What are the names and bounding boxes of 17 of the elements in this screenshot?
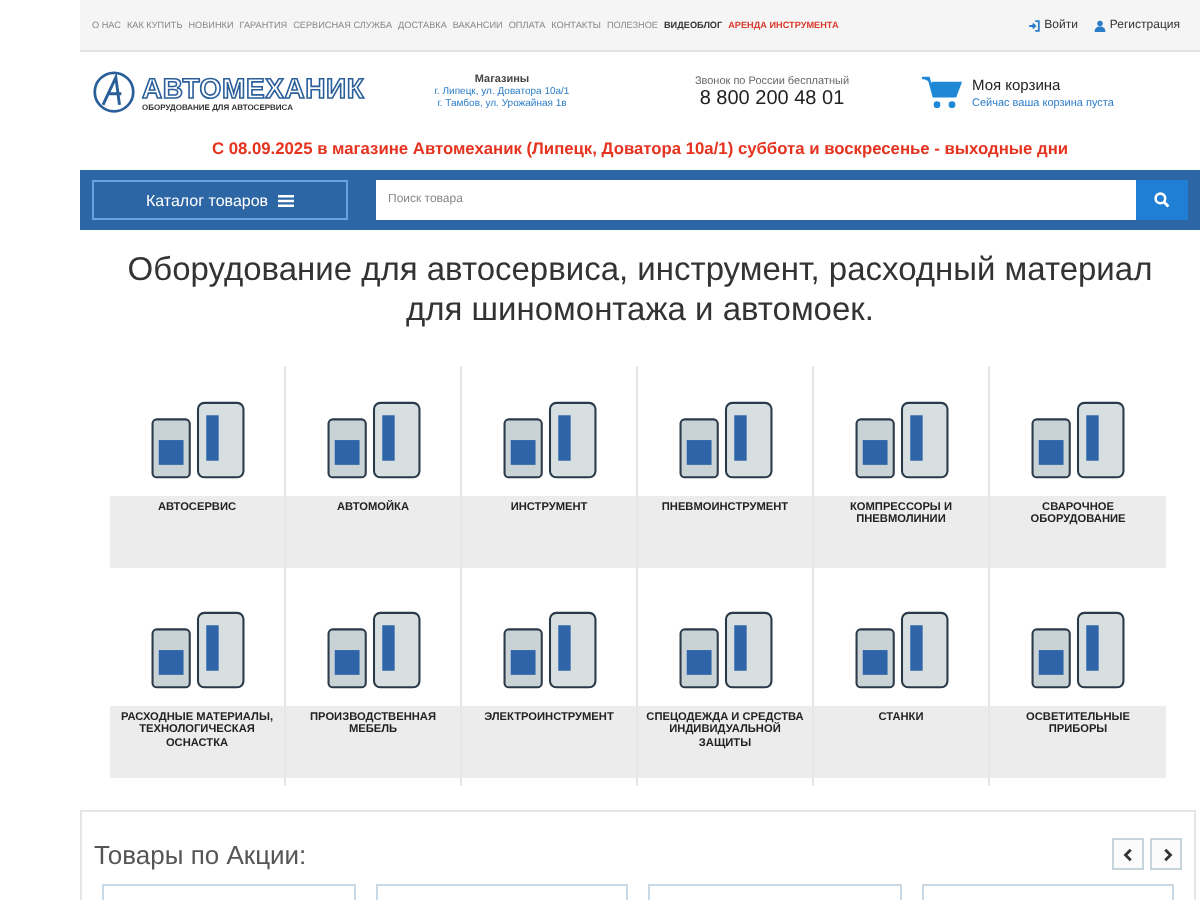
chevron-right-icon (1159, 847, 1173, 861)
next-button[interactable] (1150, 838, 1182, 870)
phone-number: 8 800 200 48 01 (699, 87, 845, 109)
notice-text: С 08.09.2025 в магазине Автомеханик (Липецк, Доватора 10а/1) суббота и воскресенье - выходные дни (209, 136, 1071, 162)
chevron-left-icon (1121, 847, 1135, 861)
previous-button[interactable] (1112, 838, 1144, 870)
logo-wordmark[interactable]: АВТОМЕХАНИК (142, 73, 365, 101)
menu-icon (278, 193, 295, 207)
logo-icon[interactable] (92, 70, 136, 114)
page-heading: Оборудование для автосервиса, инструмент, расходный материал для шиномонтажа и автомоек. (125, 250, 1155, 330)
promo-title: Товары по Акции: (94, 839, 307, 869)
login-icon (1028, 19, 1041, 31)
search-button[interactable] (1136, 180, 1188, 220)
cart-icon[interactable] (922, 75, 962, 109)
search-icon (1154, 192, 1170, 208)
catalog-button[interactable]: Каталог товаров (92, 180, 348, 220)
user-icon (1093, 19, 1106, 31)
